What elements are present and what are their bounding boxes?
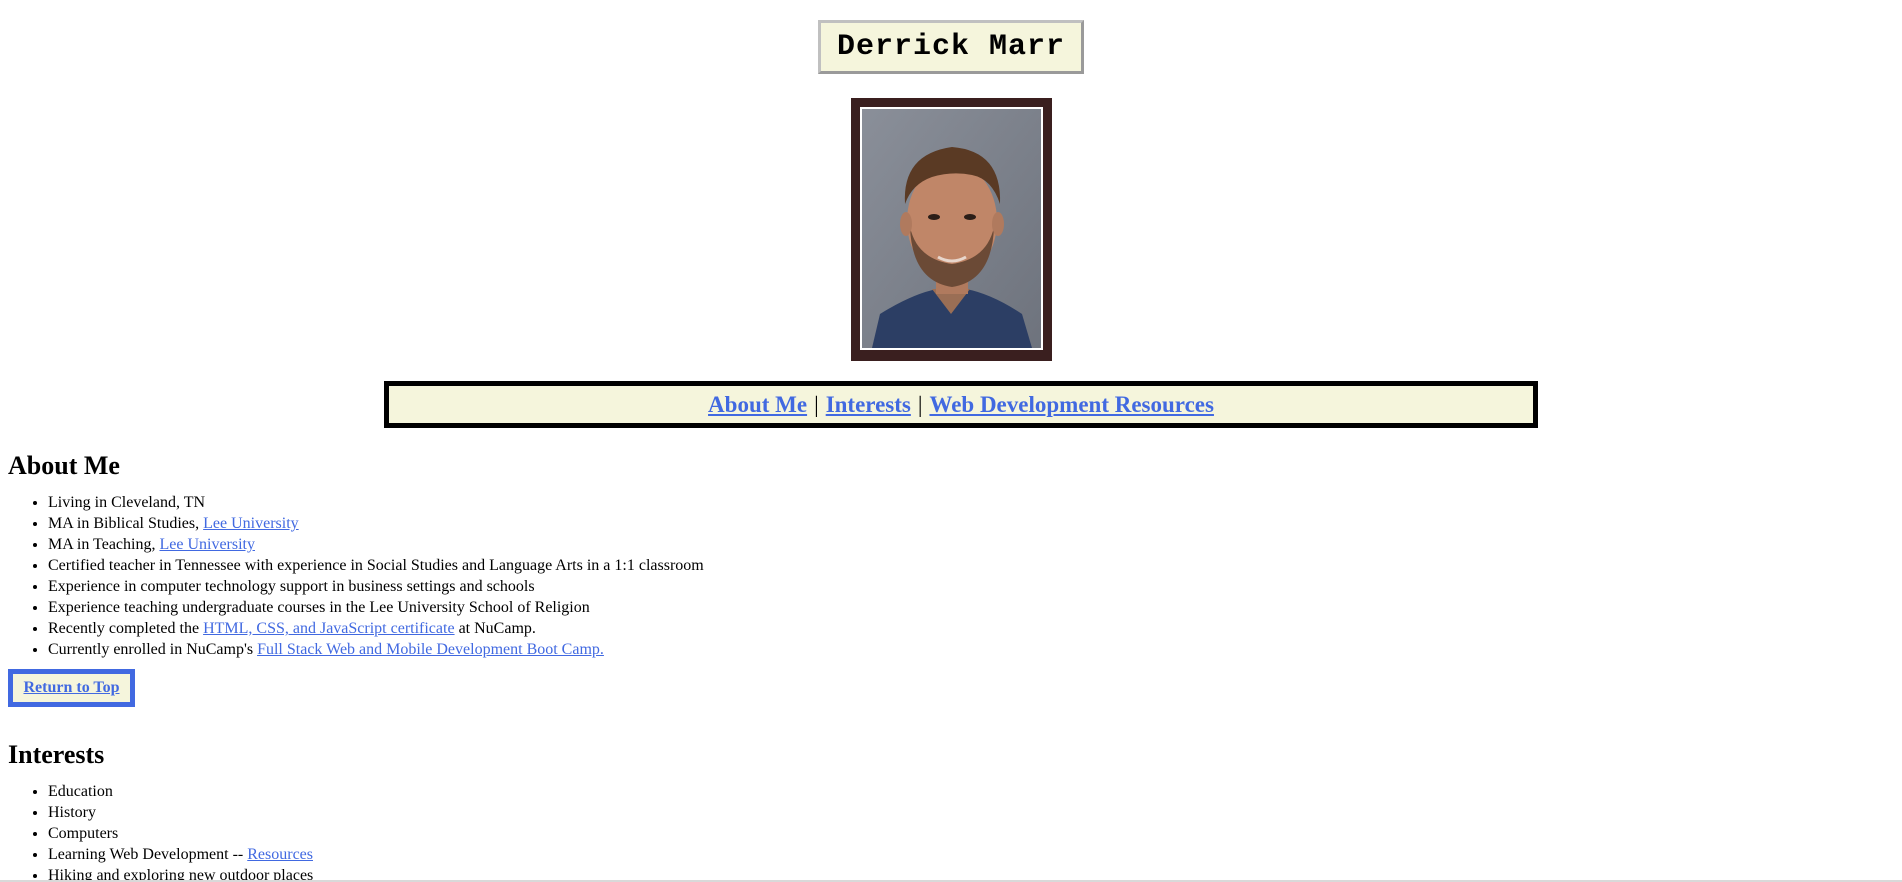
- interests-heading: Interests: [8, 740, 105, 769]
- nav-link-web-dev-resources[interactable]: Web Development Resources: [929, 392, 1213, 418]
- interests-list: Education History Computers Learning Web…: [8, 781, 313, 882]
- about-me-heading: About Me: [8, 451, 120, 480]
- nav-link-interests[interactable]: Interests: [826, 392, 911, 418]
- list-item: MA in Teaching, Lee University: [48, 534, 704, 555]
- profile-photo: [860, 107, 1043, 350]
- list-item: MA in Biblical Studies, Lee University: [48, 513, 704, 534]
- list-item: Computers: [48, 823, 313, 844]
- certificate-link[interactable]: HTML, CSS, and JavaScript certificate: [203, 620, 455, 637]
- list-item: Education: [48, 781, 313, 802]
- portrait-image: [862, 109, 1041, 348]
- boot-camp-link[interactable]: Full Stack Web and Mobile Development Bo…: [257, 641, 604, 658]
- nav-separator: |: [917, 391, 923, 417]
- nav-separator: |: [814, 391, 819, 417]
- list-item: Experience in computer technology suppor…: [48, 576, 704, 597]
- list-item: Recently completed the HTML, CSS, and Ja…: [48, 618, 704, 639]
- about-me-list: Living in Cleveland, TN MA in Biblical S…: [8, 492, 704, 660]
- site-title: Derrick Marr: [818, 20, 1084, 74]
- profile-photo-frame: [851, 98, 1052, 361]
- main-navigation: About Me | Interests | Web Development R…: [384, 381, 1538, 428]
- list-item: Learning Web Development -- Resources: [48, 844, 313, 865]
- list-item: History: [48, 802, 313, 823]
- return-to-top-link[interactable]: Return to Top: [23, 679, 119, 697]
- resources-link[interactable]: Resources: [247, 846, 313, 863]
- list-item: Living in Cleveland, TN: [48, 492, 704, 513]
- page: Derrick Marr About Me | Interests | Web …: [0, 0, 1902, 882]
- return-to-top-button: Return to Top: [8, 669, 135, 707]
- nav-link-about-me[interactable]: About Me: [708, 392, 807, 418]
- list-item: Certified teacher in Tennessee with expe…: [48, 555, 704, 576]
- lee-university-link[interactable]: Lee University: [159, 536, 255, 553]
- list-item: Currently enrolled in NuCamp's Full Stac…: [48, 639, 704, 660]
- list-item: Experience teaching undergraduate course…: [48, 597, 704, 618]
- lee-university-link[interactable]: Lee University: [203, 515, 299, 532]
